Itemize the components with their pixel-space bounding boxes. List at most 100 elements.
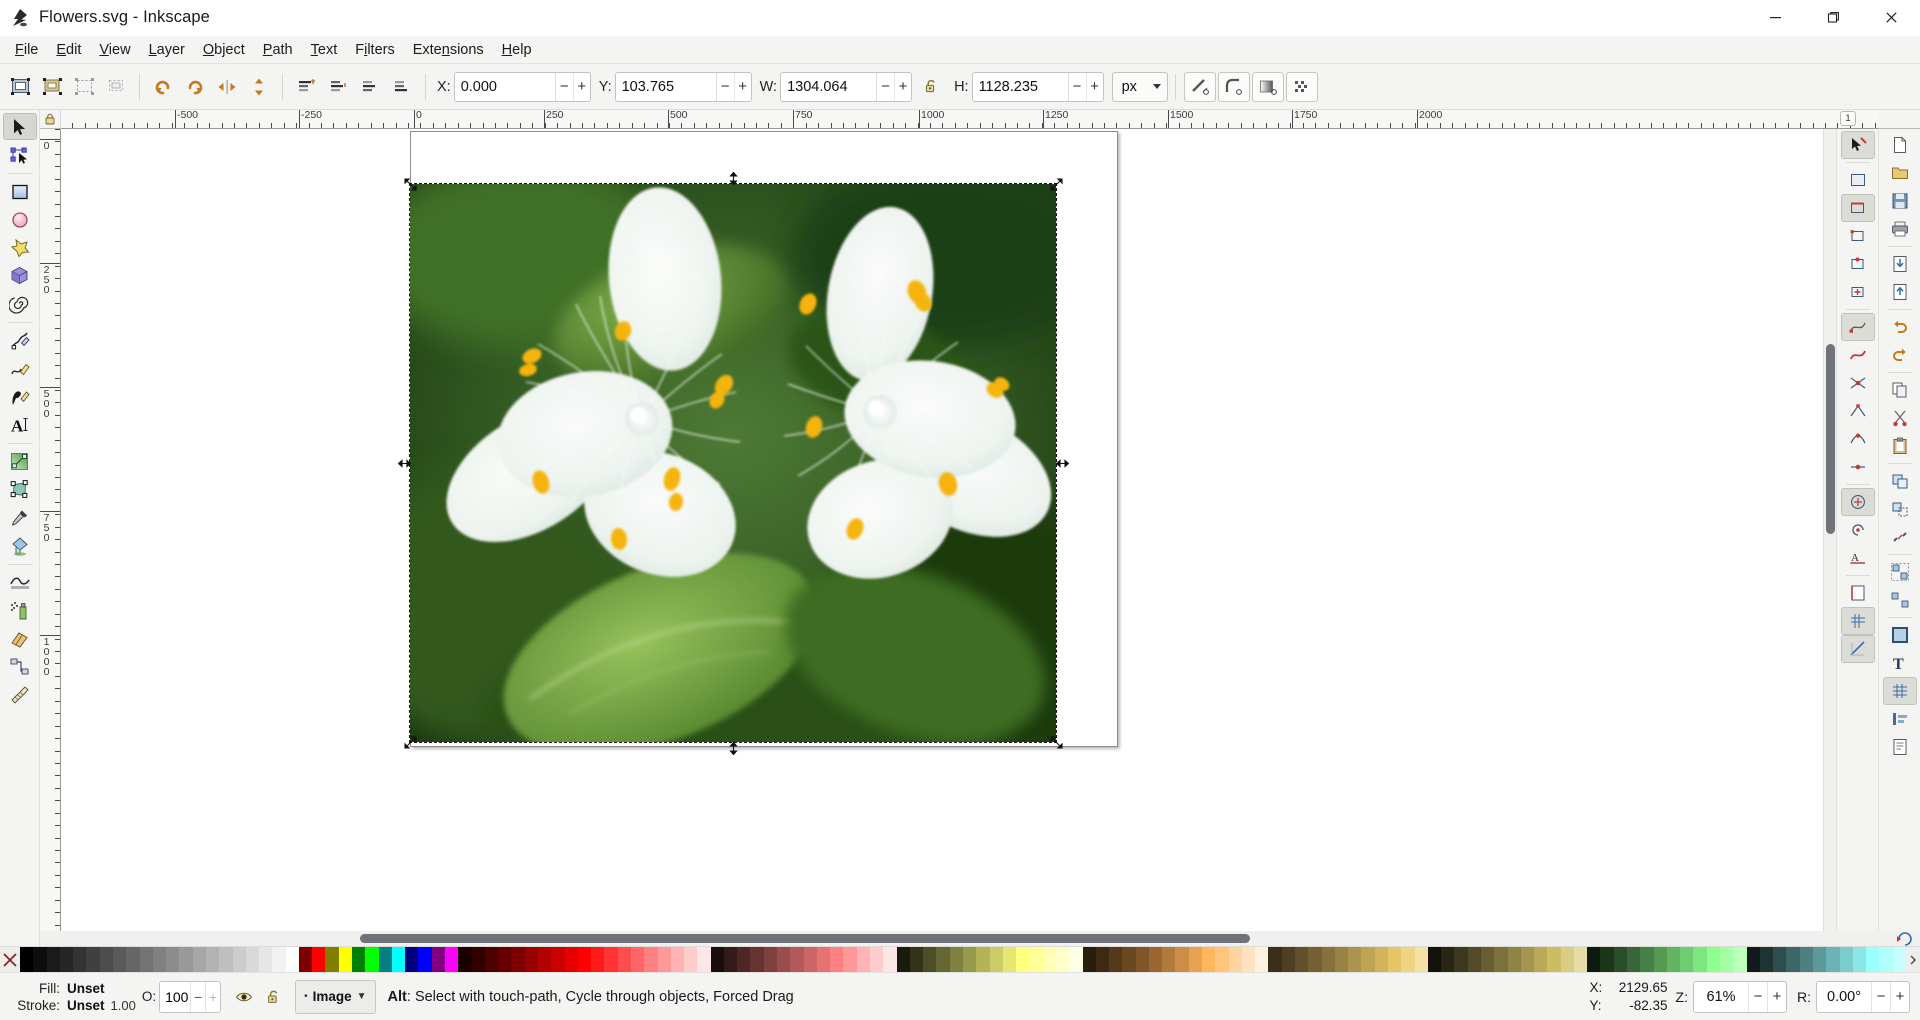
menu-edit[interactable]: Edit	[47, 39, 90, 61]
x-spinbox[interactable]: − +	[454, 72, 591, 102]
clone-icon[interactable]	[1883, 495, 1917, 523]
palette-swatch[interactable]	[1893, 947, 1906, 972]
fill-stroke-indicator[interactable]: Fill: Unset Stroke: Unset 1.00	[6, 980, 136, 1014]
palette-swatch[interactable]	[910, 947, 923, 972]
new-document-icon[interactable]	[1883, 131, 1917, 159]
zoom-decrement-button[interactable]: −	[1748, 982, 1767, 1012]
y-increment-button[interactable]: +	[734, 73, 751, 101]
palette-swatch[interactable]	[684, 947, 697, 972]
palette-swatch[interactable]	[790, 947, 803, 972]
tool-zoom-blur[interactable]	[3, 569, 37, 596]
snap-baseline-icon[interactable]: A	[1841, 544, 1875, 572]
palette-swatch[interactable]	[1813, 947, 1826, 972]
snap-page-icon[interactable]	[1841, 579, 1875, 607]
palette-swatch[interactable]	[20, 947, 33, 972]
palette-swatch[interactable]	[1268, 947, 1281, 972]
group-icon[interactable]	[1883, 558, 1917, 586]
palette-swatch[interactable]	[1640, 947, 1653, 972]
menu-text[interactable]: Text	[302, 39, 347, 61]
palette-swatch[interactable]	[990, 947, 1003, 972]
snap-bbox-corner-icon[interactable]	[1841, 222, 1875, 250]
palette-swatch[interactable]	[1561, 947, 1574, 972]
palette-swatch[interactable]	[445, 947, 458, 972]
palette-swatches[interactable]	[20, 947, 1906, 972]
palette-swatch[interactable]	[1441, 947, 1454, 972]
palette-swatch[interactable]	[1627, 947, 1640, 972]
palette-swatch[interactable]	[1322, 947, 1335, 972]
palette-swatch[interactable]	[246, 947, 259, 972]
palette-swatch[interactable]	[1454, 947, 1467, 972]
tool-calligraphy[interactable]	[3, 355, 37, 382]
palette-swatch[interactable]	[1574, 947, 1587, 972]
palette-swatch[interactable]	[1229, 947, 1242, 972]
palette-swatch[interactable]	[47, 947, 60, 972]
palette-swatch[interactable]	[1826, 947, 1839, 972]
lock-open-icon[interactable]	[916, 72, 946, 102]
palette-swatch[interactable]	[140, 947, 153, 972]
snap-path-icon[interactable]	[1841, 341, 1875, 369]
palette-swatch[interactable]	[1481, 947, 1494, 972]
palette-swatch[interactable]	[1521, 947, 1534, 972]
palette-swatch[interactable]	[711, 947, 724, 972]
menu-view[interactable]: View	[90, 39, 139, 61]
palette-swatch[interactable]	[1189, 947, 1202, 972]
palette-swatch[interactable]	[565, 947, 578, 972]
snap-guide-icon[interactable]	[1841, 635, 1875, 663]
select-all-in-all-layers-icon[interactable]	[37, 72, 67, 102]
palette-swatch[interactable]	[897, 947, 910, 972]
palette-swatch[interactable]	[764, 947, 777, 972]
rotate-cw-icon[interactable]	[180, 72, 210, 102]
rotation-input[interactable]	[1817, 982, 1871, 1012]
palette-swatch[interactable]	[950, 947, 963, 972]
opacity-input[interactable]	[160, 982, 190, 1012]
snap-obj-center-icon[interactable]	[1841, 488, 1875, 516]
palette-swatch[interactable]	[1096, 947, 1109, 972]
tool-eraser[interactable]	[3, 625, 37, 652]
palette-swatch[interactable]	[1773, 947, 1786, 972]
x-increment-button[interactable]: +	[573, 73, 590, 101]
layer-lock-icon[interactable]	[259, 982, 289, 1012]
palette-swatch[interactable]	[737, 947, 750, 972]
tool-connector[interactable]	[3, 653, 37, 680]
lower-icon[interactable]	[355, 72, 385, 102]
ruler-corner-lock-icon[interactable]	[40, 110, 61, 129]
raise-icon[interactable]	[323, 72, 353, 102]
palette-swatch[interactable]	[1415, 947, 1428, 972]
flip-vertical-icon[interactable]	[244, 72, 274, 102]
tool-spiral[interactable]	[3, 290, 37, 317]
document-properties-icon[interactable]	[1883, 733, 1917, 761]
palette-swatch[interactable]	[511, 947, 524, 972]
copy-icon[interactable]	[1883, 376, 1917, 404]
palette-swatch[interactable]	[219, 947, 232, 972]
zoom-increment-button[interactable]: +	[1767, 982, 1786, 1012]
menu-extensions[interactable]: Extensions	[404, 39, 493, 61]
palette-swatch[interactable]	[1587, 947, 1600, 972]
menu-object[interactable]: Object	[194, 39, 254, 61]
palette-swatch[interactable]	[1707, 947, 1720, 972]
palette-swatch[interactable]	[1879, 947, 1892, 972]
palette-swatch[interactable]	[1162, 947, 1175, 972]
palette-swatch[interactable]	[883, 947, 896, 972]
h-input[interactable]	[973, 73, 1068, 101]
palette-swatch[interactable]	[817, 947, 830, 972]
palette-swatch[interactable]	[578, 947, 591, 972]
snap-master-icon[interactable]	[1841, 131, 1875, 159]
tool-tweak[interactable]	[3, 476, 37, 503]
palette-swatch[interactable]	[233, 947, 246, 972]
palette-swatch[interactable]	[472, 947, 485, 972]
palette-swatch[interactable]	[1016, 947, 1029, 972]
palette-swatch[interactable]	[1428, 947, 1441, 972]
align-icon[interactable]	[1883, 705, 1917, 733]
flip-horizontal-icon[interactable]	[212, 72, 242, 102]
palette-swatch[interactable]	[1508, 947, 1521, 972]
palette-swatch[interactable]	[418, 947, 431, 972]
canvas-rotate-icon[interactable]	[1890, 930, 1920, 948]
duplicate-icon[interactable]	[1883, 467, 1917, 495]
palette-swatch[interactable]	[777, 947, 790, 972]
palette-swatch[interactable]	[591, 947, 604, 972]
palette-swatch[interactable]	[631, 947, 644, 972]
placed-image-object[interactable]	[410, 184, 1056, 742]
palette-swatch[interactable]	[1308, 947, 1321, 972]
palette-swatch[interactable]	[551, 947, 564, 972]
palette-swatch[interactable]	[870, 947, 883, 972]
